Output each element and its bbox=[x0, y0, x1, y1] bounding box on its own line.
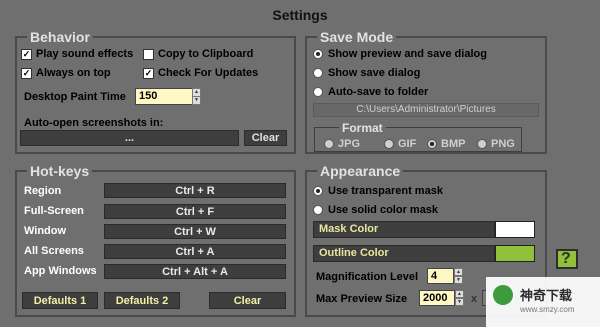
help-icon: ? bbox=[561, 250, 571, 267]
hotkey-window-field[interactable]: Ctrl + W bbox=[104, 224, 286, 239]
format-bmp-radio[interactable] bbox=[427, 139, 437, 149]
watermark-icon bbox=[493, 285, 513, 305]
hotkey-label-region: Region bbox=[24, 185, 62, 197]
auto-open-label: Auto-open screenshots in: bbox=[24, 117, 164, 129]
outline-color-label: Outline Color bbox=[319, 247, 389, 259]
defaults-2-button[interactable]: Defaults 2 bbox=[104, 292, 180, 309]
outline-color-swatch[interactable] bbox=[495, 245, 535, 262]
save-mode-preview-label: Show preview and save dialog bbox=[328, 48, 487, 60]
save-mode-preview-radio[interactable] bbox=[313, 49, 323, 59]
watermark-subtext: www.smzy.com bbox=[520, 305, 575, 314]
save-mode-title: Save Mode bbox=[317, 29, 397, 45]
auto-open-clear-button[interactable]: Clear bbox=[244, 130, 287, 146]
max-width-down-icon[interactable]: ▼ bbox=[455, 298, 464, 306]
hotkey-label-fullscreen: Full-Screen bbox=[24, 205, 84, 217]
hotkeys-clear-button[interactable]: Clear bbox=[209, 292, 286, 309]
format-png-radio[interactable] bbox=[477, 139, 487, 149]
save-mode-auto-radio[interactable] bbox=[313, 87, 323, 97]
solid-mask-label: Use solid color mask bbox=[328, 204, 439, 216]
transparent-mask-label: Use transparent mask bbox=[328, 185, 443, 197]
max-preview-label: Max Preview Size bbox=[316, 293, 408, 305]
help-button[interactable]: ? bbox=[556, 249, 578, 269]
format-title: Format bbox=[339, 120, 386, 136]
always-on-top-label: Always on top bbox=[36, 67, 111, 79]
format-gif-radio[interactable] bbox=[384, 139, 394, 149]
format-gif-label: GIF bbox=[398, 138, 417, 150]
format-bmp-label: BMP bbox=[441, 138, 466, 150]
paint-time-input[interactable]: 150 bbox=[135, 88, 193, 105]
check-updates-checkbox[interactable]: ✓ bbox=[143, 68, 154, 79]
outline-color-button[interactable]: Outline Color bbox=[313, 245, 495, 262]
check-updates-label: Check For Updates bbox=[158, 67, 259, 79]
max-preview-x-label: x bbox=[471, 293, 478, 305]
paint-time-down-icon[interactable]: ▼ bbox=[192, 96, 201, 105]
format-png-label: PNG bbox=[491, 138, 515, 150]
settings-title: Settings bbox=[272, 7, 328, 23]
auto-open-path-field[interactable]: ... bbox=[20, 130, 239, 146]
hotkey-fullscreen-field[interactable]: Ctrl + F bbox=[104, 204, 286, 219]
auto-save-folder-field[interactable]: C:\Users\Administrator\Pictures bbox=[313, 103, 539, 117]
copy-clipboard-label: Copy to Clipboard bbox=[158, 48, 254, 60]
max-preview-width-input[interactable]: 2000 bbox=[419, 290, 455, 306]
hotkey-region-field[interactable]: Ctrl + R bbox=[104, 183, 286, 198]
copy-clipboard-checkbox[interactable] bbox=[143, 49, 154, 60]
hotkey-label-all-screens: All Screens bbox=[24, 245, 84, 257]
behavior-title: Behavior bbox=[27, 29, 93, 45]
mask-color-swatch[interactable] bbox=[495, 221, 535, 238]
mask-color-button[interactable]: Mask Color bbox=[313, 221, 495, 238]
transparent-mask-radio[interactable] bbox=[313, 186, 323, 196]
solid-mask-radio[interactable] bbox=[313, 205, 323, 215]
always-on-top-checkbox[interactable]: ✓ bbox=[21, 68, 32, 79]
save-mode-auto-label: Auto-save to folder bbox=[328, 86, 429, 98]
hotkeys-title: Hot-keys bbox=[27, 163, 93, 179]
magnification-label: Magnification Level bbox=[316, 271, 419, 283]
magnification-up-icon[interactable]: ▲ bbox=[454, 268, 463, 276]
defaults-1-button[interactable]: Defaults 1 bbox=[22, 292, 98, 309]
magnification-down-icon[interactable]: ▼ bbox=[454, 276, 463, 284]
save-mode-dialog-label: Show save dialog bbox=[328, 67, 421, 79]
hotkey-label-app-windows: App Windows bbox=[24, 265, 97, 277]
paint-time-label: Desktop Paint Time bbox=[24, 91, 126, 103]
play-sound-label: Play sound effects bbox=[36, 48, 134, 60]
watermark-text: 神奇下载 bbox=[520, 288, 573, 303]
mask-color-label: Mask Color bbox=[319, 223, 379, 235]
hotkey-label-window: Window bbox=[24, 225, 67, 237]
watermark-logo: 神奇下载 www.smzy.com bbox=[486, 277, 600, 327]
magnification-input[interactable]: 4 bbox=[427, 268, 454, 284]
hotkey-app-windows-field[interactable]: Ctrl + Alt + A bbox=[104, 264, 286, 279]
appearance-title: Appearance bbox=[317, 163, 404, 179]
format-jpg-radio[interactable] bbox=[324, 139, 334, 149]
max-width-up-icon[interactable]: ▲ bbox=[455, 290, 464, 298]
format-jpg-label: JPG bbox=[338, 138, 361, 150]
hotkey-all-screens-field[interactable]: Ctrl + A bbox=[104, 244, 286, 259]
play-sound-checkbox[interactable]: ✓ bbox=[21, 49, 32, 60]
save-mode-dialog-radio[interactable] bbox=[313, 68, 323, 78]
